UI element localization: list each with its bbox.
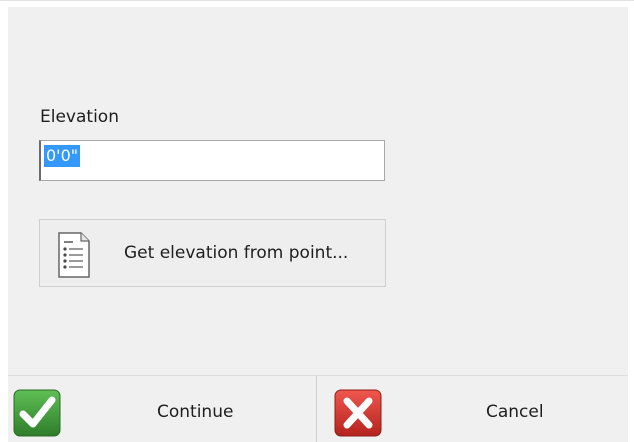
x-icon — [334, 389, 382, 437]
elevation-label: Elevation — [40, 107, 119, 127]
elevation-dialog: Elevation 0'0" Get elevation from point.… — [0, 0, 634, 442]
window-right-edge — [628, 1, 634, 442]
elevation-input-value[interactable]: 0'0" — [44, 145, 81, 167]
continue-button[interactable]: Continue — [8, 376, 316, 442]
cancel-button[interactable]: Cancel — [317, 376, 628, 442]
get-elevation-from-point-button[interactable]: Get elevation from point... — [39, 219, 386, 287]
get-elevation-button-label: Get elevation from point... — [124, 243, 349, 263]
continue-button-label: Continue — [157, 402, 234, 422]
document-list-icon — [58, 232, 90, 278]
checkmark-icon — [13, 389, 61, 437]
cancel-button-label: Cancel — [486, 402, 544, 422]
elevation-input[interactable]: 0'0" — [39, 140, 385, 181]
dialog-content: Elevation 0'0" Get elevation from point.… — [8, 7, 628, 442]
window-left-edge — [0, 1, 8, 442]
